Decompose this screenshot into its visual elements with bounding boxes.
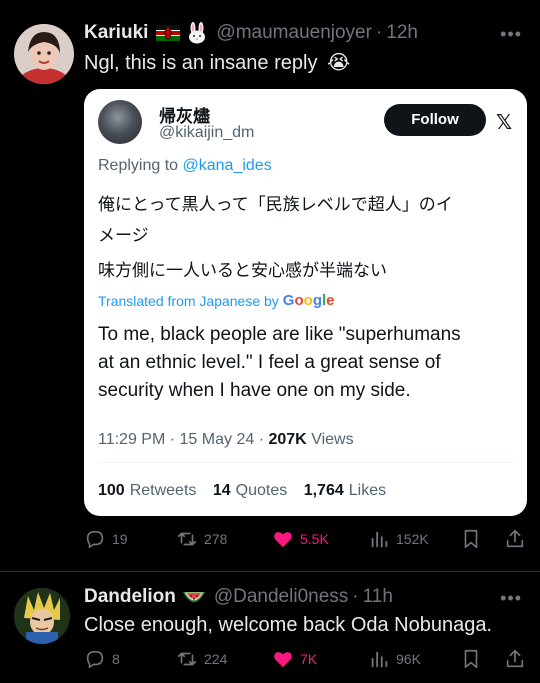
loudly-crying-face-icon: 😭	[327, 52, 351, 74]
like-count: 7K	[300, 651, 318, 667]
likes-label[interactable]: Likes	[349, 482, 386, 499]
post-text: Ngl, this is an insane reply 😭	[84, 50, 350, 75]
share-icon	[506, 529, 524, 548]
more-options-icon[interactable]: •••	[500, 588, 522, 609]
translated-text-line-3: security when I have one on my side.	[98, 380, 411, 401]
original-text-line-1: 俺にとって黒人って「民族レベルで超人」のイ	[98, 195, 453, 215]
quoted-tweet-card[interactable]: 帰灰燼 @kikaijin_dm Follow 𝕏 Replying to @k…	[84, 89, 527, 516]
post-header: Dandelion @Dandeli0ness · 11h	[84, 586, 393, 608]
translated-text-line-2: at an ethnic level." I feel a great sens…	[98, 352, 441, 373]
display-name[interactable]: Dandelion	[84, 586, 176, 608]
reply-button[interactable]: 19	[84, 528, 128, 550]
separator-dot: ·	[352, 586, 359, 607]
repost-button[interactable]: 278	[176, 528, 227, 550]
reply-post-1[interactable]: Kariuki @maumauenjoyer · 12h ••• Ngl, th…	[0, 0, 540, 572]
timestamp[interactable]: 11h	[363, 586, 393, 608]
like-button[interactable]: 5.5K	[272, 528, 329, 550]
views-button[interactable]: 152K	[368, 528, 429, 550]
views-button[interactable]: 96K	[368, 648, 421, 670]
display-name[interactable]: Kariuki	[84, 22, 148, 44]
separator-dot: ·	[375, 22, 383, 43]
replying-to-mention[interactable]: @kana_ides	[183, 157, 272, 174]
more-options-icon[interactable]: •••	[500, 24, 522, 45]
kenya-flag-icon	[156, 25, 181, 41]
views-count: 96K	[396, 651, 421, 667]
bookmark-button[interactable]	[460, 528, 482, 550]
likes-count[interactable]: 1,764	[304, 482, 344, 499]
retweets-count[interactable]: 100	[98, 482, 125, 499]
action-bar: 19 278 5.5K 152K	[84, 528, 530, 552]
views-icon	[371, 531, 388, 548]
repost-icon	[177, 532, 197, 546]
quoted-handle[interactable]: @kikaijin_dm	[159, 124, 254, 142]
timestamp[interactable]: 12h	[386, 22, 418, 44]
reply-count: 19	[112, 531, 128, 547]
reply-button[interactable]: 8	[84, 648, 120, 670]
post-text-content: Ngl, this is an insane reply	[84, 52, 318, 74]
post-text: Close enough, welcome back Oda Nobunaga.	[84, 614, 493, 636]
share-icon	[506, 649, 524, 668]
follow-button[interactable]: Follow	[384, 104, 486, 136]
tweet-date[interactable]: 15 May 24	[180, 431, 255, 448]
views-icon	[371, 651, 388, 668]
engagement-stats: 100 Retweets 14 Quotes 1,764 Likes	[98, 482, 386, 500]
replying-to-label: Replying to	[98, 157, 179, 174]
repost-count: 278	[204, 531, 228, 547]
repost-count: 224	[204, 651, 228, 667]
replying-to-line: Replying to @kana_ides	[98, 157, 272, 175]
share-button[interactable]	[504, 648, 526, 670]
translated-label: Translated from Japanese by	[98, 292, 279, 309]
avatar[interactable]	[14, 24, 74, 84]
reply-count: 8	[112, 651, 120, 667]
views-label: Views	[311, 431, 354, 448]
post-header: Kariuki @maumauenjoyer · 12h	[84, 22, 418, 44]
avatar-anime-character	[14, 588, 70, 644]
translation-attribution[interactable]: Translated from Japanese by Google	[98, 292, 335, 309]
avatar[interactable]	[14, 588, 70, 644]
views-count: 207K	[268, 431, 307, 448]
quotes-label[interactable]: Quotes	[236, 482, 288, 499]
rabbit-face-icon	[186, 22, 208, 44]
divider	[98, 462, 513, 463]
heart-icon	[274, 532, 292, 548]
heart-icon	[274, 652, 292, 668]
quoted-avatar[interactable]	[98, 100, 142, 144]
bookmark-button[interactable]	[460, 648, 482, 670]
bookmark-icon	[464, 649, 478, 669]
action-bar: 8 224 7K 96K	[84, 648, 530, 672]
like-count: 5.5K	[300, 531, 329, 547]
tweet-time[interactable]: 11:29 PM	[98, 431, 165, 448]
translated-text-line-1: To me, black people are like "superhuman…	[98, 324, 461, 345]
reply-post-2[interactable]: Dandelion @Dandeli0ness · 11h ••• Close …	[0, 572, 540, 683]
views-count: 152K	[396, 531, 429, 547]
tweet-meta: 11:29 PM · 15 May 24 · 207K Views	[98, 431, 354, 448]
repost-icon	[177, 652, 197, 666]
x-logo-icon: 𝕏	[496, 112, 513, 134]
retweets-label[interactable]: Retweets	[130, 482, 197, 499]
reply-icon	[86, 530, 104, 549]
watermelon-icon	[182, 586, 206, 608]
original-text-line-3: 味方側に一人いると安心感が半端ない	[98, 261, 387, 281]
handle[interactable]: @maumauenjoyer	[216, 22, 372, 44]
reply-icon	[86, 650, 104, 669]
quotes-count[interactable]: 14	[213, 482, 231, 499]
google-logo-icon: Google	[282, 292, 335, 309]
avatar-photo	[14, 24, 74, 84]
repost-button[interactable]: 224	[176, 648, 227, 670]
share-button[interactable]	[504, 528, 526, 550]
like-button[interactable]: 7K	[272, 648, 317, 670]
handle[interactable]: @Dandeli0ness	[214, 586, 348, 608]
original-text-line-2: メージ	[98, 226, 149, 246]
bookmark-icon	[464, 529, 478, 549]
